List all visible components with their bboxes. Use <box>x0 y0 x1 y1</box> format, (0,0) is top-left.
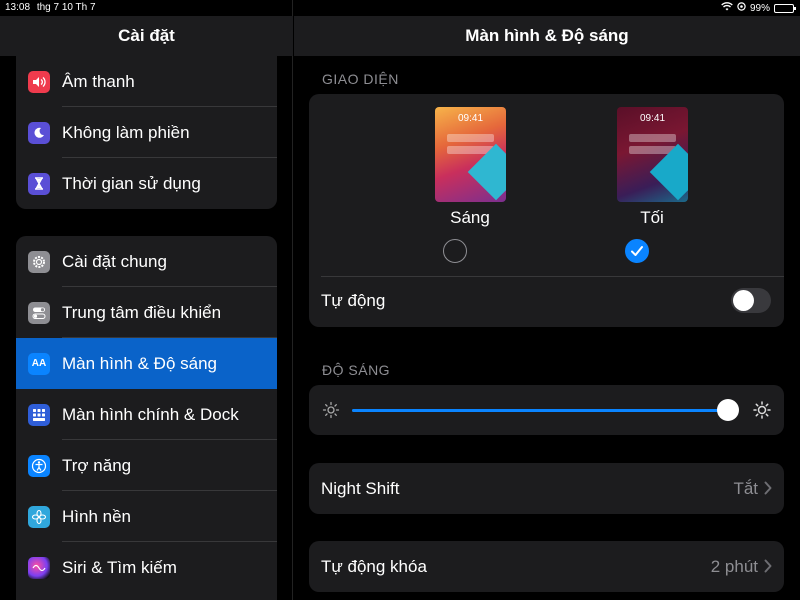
auto-lock-value: 2 phút <box>710 556 758 576</box>
sidebar-item-wallpaper[interactable]: Hình nền <box>16 491 277 542</box>
sidebar-item-siri-search[interactable]: Siri & Tìm kiếm <box>16 542 277 593</box>
dark-mode-label: Tối <box>640 208 664 227</box>
flower-icon <box>28 505 50 528</box>
auto-appearance-toggle[interactable] <box>731 288 771 313</box>
preview-time: 09:41 <box>639 113 666 124</box>
dark-mode-radio[interactable] <box>625 239 649 263</box>
chevron-right-icon <box>764 559 772 578</box>
sidebar-item-display-brightness[interactable]: AA Màn hình & Độ sáng <box>16 338 277 389</box>
light-mode-preview[interactable]: 09:41 <box>435 107 506 202</box>
section-title-appearance: GIAO DIỆN <box>322 71 399 87</box>
checkmark-icon <box>631 246 643 256</box>
location-icon <box>737 2 746 14</box>
sidebar-item-label: Hình nền <box>62 506 131 526</box>
status-bar: 13:08 thg 7 10 Th 7 99% <box>0 0 800 16</box>
battery-percent: 99% <box>749 2 770 14</box>
sidebar-item-label: Thời gian sử dụng <box>62 173 201 193</box>
accessibility-icon <box>28 454 50 477</box>
sidebar-title: Cài đặt <box>0 16 293 56</box>
sidebar-item-label: Trung tâm điều khiển <box>62 302 222 322</box>
sidebar-item-general[interactable]: Cài đặt chung <box>16 236 277 287</box>
sidebar-item-label: Siri & Tìm kiếm <box>62 557 177 577</box>
siri-icon <box>28 556 50 579</box>
sidebar-item-accessibility[interactable]: Trợ năng <box>16 440 277 491</box>
chevron-right-icon <box>764 481 772 500</box>
section-title-brightness: ĐỘ SÁNG <box>322 362 391 378</box>
page-title: Màn hình & Độ sáng <box>294 16 800 56</box>
sidebar-item-home-screen-dock[interactable]: Màn hình chính & Dock <box>16 389 277 440</box>
wifi-icon <box>721 2 733 14</box>
auto-lock-label: Tự động khóa <box>321 556 427 576</box>
light-mode-radio[interactable] <box>443 239 467 263</box>
light-mode-label: Sáng <box>450 208 490 227</box>
sidebar-item-label: Màn hình & Độ sáng <box>62 353 217 373</box>
sidebar-item-label: Không làm phiền <box>62 122 190 142</box>
brightness-slider[interactable] <box>352 409 732 412</box>
sidebar-item-label: Trợ năng <box>62 455 132 475</box>
sidebar-item-label: Cài đặt chung <box>62 251 167 271</box>
sidebar-item-label: Màn hình chính & Dock <box>62 404 239 424</box>
brightness-slider-knob[interactable] <box>717 399 740 421</box>
auto-lock-row[interactable]: Tự động khóa 2 phút <box>309 541 784 592</box>
gear-icon <box>28 250 50 273</box>
sidebar-group-sounds: Âm thanh Không làm phiền Thời gian sử dụ… <box>16 56 277 209</box>
status-date: thg 7 10 Th 7 <box>36 2 96 13</box>
moon-icon <box>28 121 50 144</box>
sidebar-item-screen-time[interactable]: Thời gian sử dụng <box>16 158 277 209</box>
night-shift-label: Night Shift <box>321 478 400 498</box>
sidebar-item-sounds[interactable]: Âm thanh <box>16 56 277 107</box>
sidebar-group-general: Cài đặt chung Trung tâm điều khiển AA Mà… <box>16 236 277 600</box>
sidebar: Cài đặt Âm thanh Không làm phiền Thời gi… <box>0 0 293 600</box>
sun-small-icon <box>322 401 340 424</box>
night-shift-row[interactable]: Night Shift Tắt <box>309 463 784 514</box>
brightness-slider-fill <box>352 409 729 412</box>
switches-icon <box>28 301 50 324</box>
sidebar-item-label: Âm thanh <box>62 71 135 91</box>
grid-icon <box>28 403 50 426</box>
brightness-card <box>309 385 784 435</box>
text-size-icon: AA <box>28 352 50 375</box>
preview-time: 09:41 <box>457 113 484 124</box>
night-shift-value: Tắt <box>733 478 758 498</box>
auto-appearance-label: Tự động <box>321 291 386 310</box>
main-panel: Màn hình & Độ sáng GIAO DIỆN 09:41 Sáng … <box>294 0 800 600</box>
status-time: 13:08 <box>5 2 31 13</box>
dark-mode-preview[interactable]: 09:41 <box>617 107 688 202</box>
sidebar-item-do-not-disturb[interactable]: Không làm phiền <box>16 107 277 158</box>
battery-icon <box>774 3 796 13</box>
appearance-card: 09:41 Sáng 09:41 Tối Tự động <box>309 94 784 327</box>
speaker-icon <box>28 70 50 93</box>
sun-large-icon <box>753 401 771 424</box>
hourglass-icon <box>28 172 50 195</box>
sidebar-item-control-center[interactable]: Trung tâm điều khiển <box>16 287 277 338</box>
